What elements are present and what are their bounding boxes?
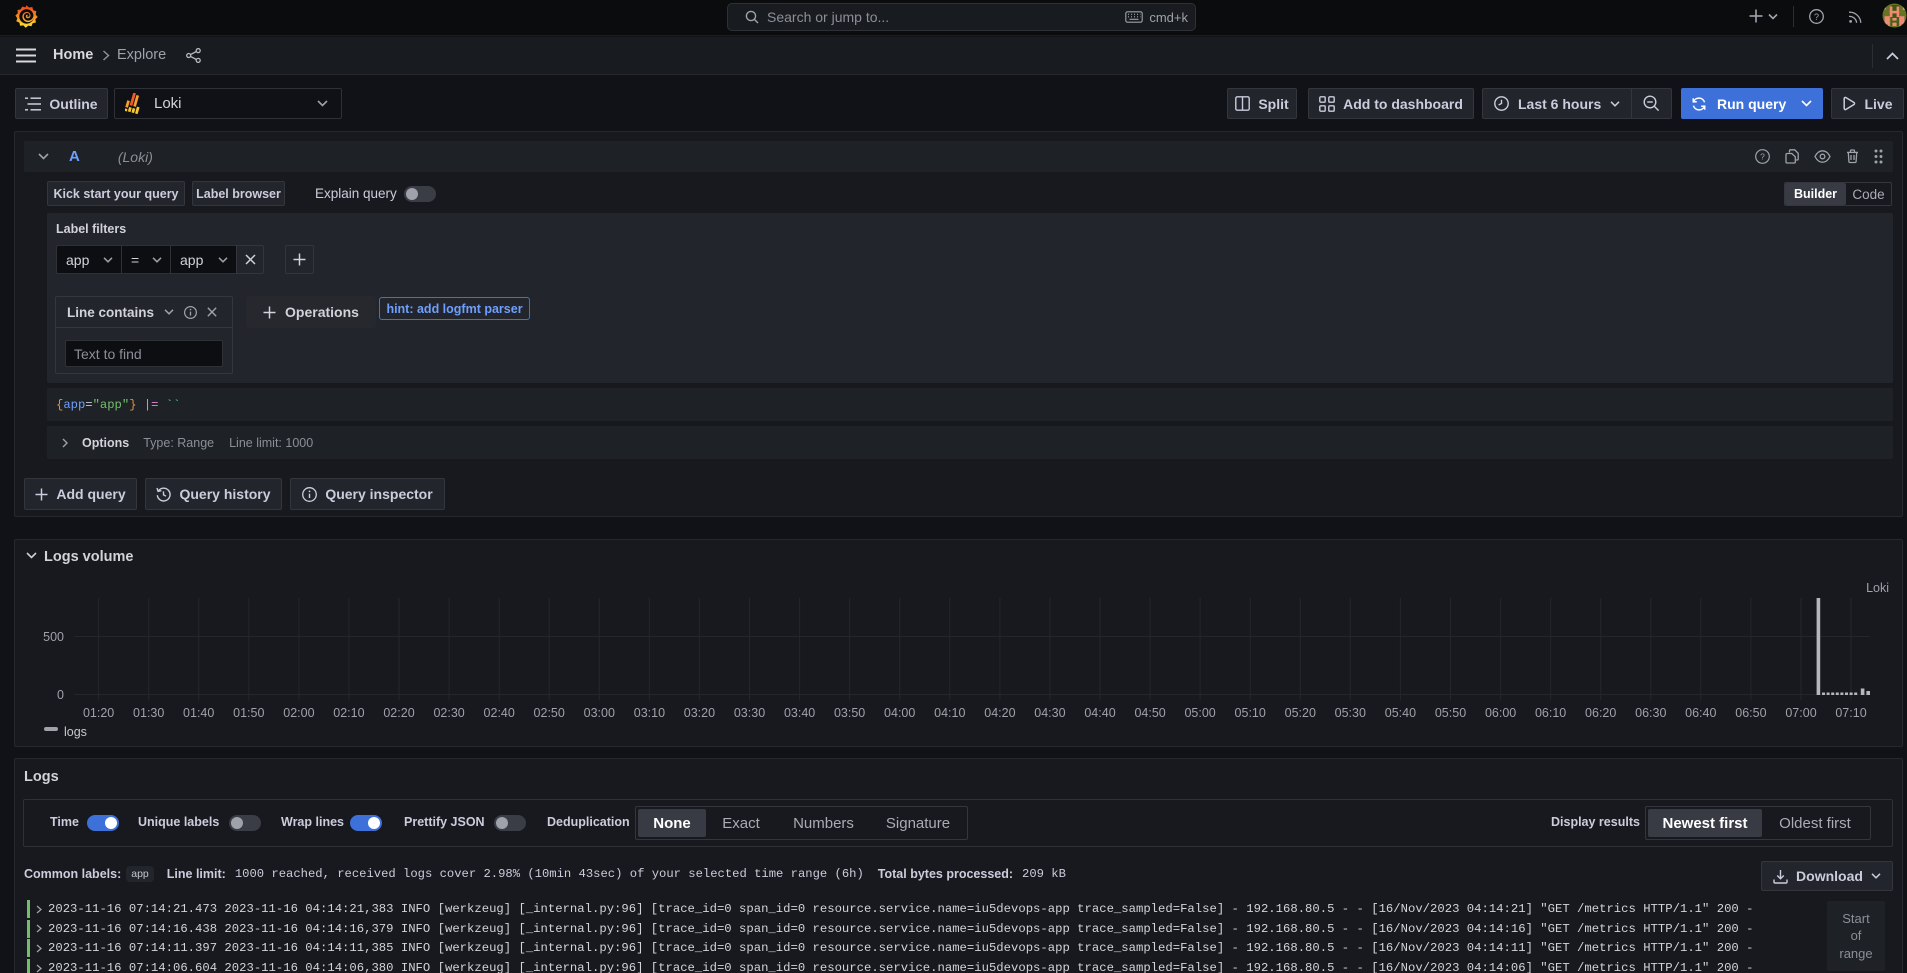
svg-text:02:20: 02:20 bbox=[383, 706, 414, 720]
svg-text:02:30: 02:30 bbox=[433, 706, 464, 720]
svg-text:06:10: 06:10 bbox=[1535, 706, 1566, 720]
svg-text:02:50: 02:50 bbox=[534, 706, 565, 720]
svg-text:500: 500 bbox=[43, 630, 64, 644]
svg-text:01:40: 01:40 bbox=[183, 706, 214, 720]
svg-text:06:50: 06:50 bbox=[1735, 706, 1766, 720]
svg-text:04:00: 04:00 bbox=[884, 706, 915, 720]
svg-text:04:40: 04:40 bbox=[1084, 706, 1115, 720]
svg-text:03:00: 03:00 bbox=[584, 706, 615, 720]
svg-text:logs: logs bbox=[64, 725, 87, 739]
svg-text:04:10: 04:10 bbox=[934, 706, 965, 720]
svg-text:06:00: 06:00 bbox=[1485, 706, 1516, 720]
svg-text:06:30: 06:30 bbox=[1635, 706, 1666, 720]
svg-text:?: ? bbox=[1760, 152, 1765, 162]
svg-text:01:50: 01:50 bbox=[233, 706, 264, 720]
svg-text:05:40: 05:40 bbox=[1385, 706, 1416, 720]
svg-text:05:20: 05:20 bbox=[1285, 706, 1316, 720]
svg-text:01:20: 01:20 bbox=[83, 706, 114, 720]
svg-text:06:20: 06:20 bbox=[1585, 706, 1616, 720]
svg-text:?: ? bbox=[1814, 12, 1819, 22]
svg-text:04:50: 04:50 bbox=[1134, 706, 1165, 720]
svg-text:04:30: 04:30 bbox=[1034, 706, 1065, 720]
svg-text:05:10: 05:10 bbox=[1235, 706, 1266, 720]
svg-text:02:10: 02:10 bbox=[333, 706, 364, 720]
svg-text:04:20: 04:20 bbox=[984, 706, 1015, 720]
svg-text:05:30: 05:30 bbox=[1335, 706, 1366, 720]
svg-text:07:10: 07:10 bbox=[1835, 706, 1866, 720]
svg-text:03:20: 03:20 bbox=[684, 706, 715, 720]
svg-text:06:40: 06:40 bbox=[1685, 706, 1716, 720]
svg-text:03:40: 03:40 bbox=[784, 706, 815, 720]
svg-text:03:30: 03:30 bbox=[734, 706, 765, 720]
svg-text:02:00: 02:00 bbox=[283, 706, 314, 720]
svg-text:05:00: 05:00 bbox=[1184, 706, 1215, 720]
svg-text:0: 0 bbox=[57, 688, 64, 702]
svg-text:Loki: Loki bbox=[1866, 581, 1889, 595]
svg-text:05:50: 05:50 bbox=[1435, 706, 1466, 720]
svg-text:01:30: 01:30 bbox=[133, 706, 164, 720]
svg-text:07:00: 07:00 bbox=[1785, 706, 1816, 720]
svg-text:03:10: 03:10 bbox=[634, 706, 665, 720]
svg-text:02:40: 02:40 bbox=[484, 706, 515, 720]
svg-text:03:50: 03:50 bbox=[834, 706, 865, 720]
